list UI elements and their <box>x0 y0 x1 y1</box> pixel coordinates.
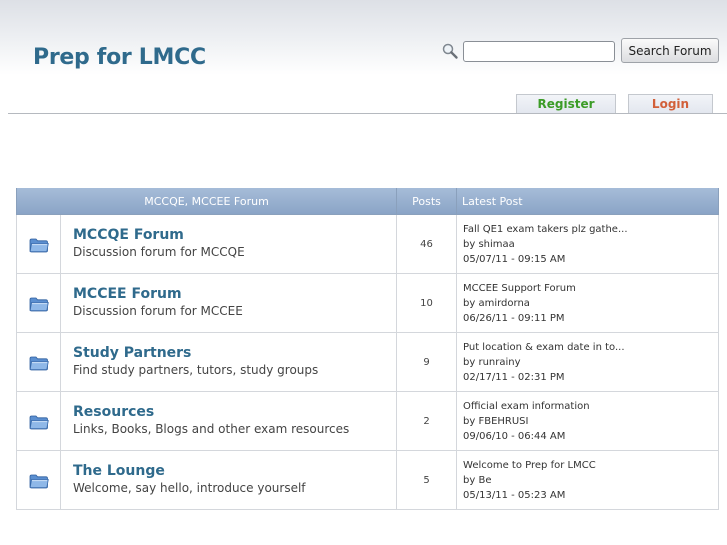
folder-icon <box>29 415 49 430</box>
latest-post-datetime: 06/26/11 - 09:11 PM <box>463 312 565 324</box>
forum-row: The Lounge Welcome, say hello, introduce… <box>16 450 720 510</box>
latest-post-datetime: 05/13/11 - 05:23 AM <box>463 489 566 501</box>
latest-post-author[interactable]: by runrainy <box>463 355 718 370</box>
folder-icon <box>29 356 49 371</box>
forum-title-link[interactable]: MCCQE Forum <box>73 227 396 244</box>
forum-icon-cell <box>16 214 61 274</box>
latest-post-datetime: 09/06/10 - 06:44 AM <box>463 430 566 442</box>
latest-post-cell: Official exam information by FBEHRUSI 09… <box>456 391 720 451</box>
login-tab[interactable]: Login <box>628 94 713 113</box>
latest-post-title[interactable]: Put location & exam date in to... <box>463 340 718 355</box>
forum-description: Find study partners, tutors, study group… <box>73 363 319 377</box>
forum-row: MCCEE Forum Discussion forum for MCCEE 1… <box>16 273 720 333</box>
header-divider <box>8 113 727 114</box>
forum-table: MCCQE, MCCEE Forum Posts Latest Post MCC… <box>15 188 720 510</box>
latest-post-cell: MCCEE Support Forum by amirdorna 06/26/1… <box>456 273 720 333</box>
forum-description: Links, Books, Blogs and other exam resou… <box>73 422 350 436</box>
forum-title-link[interactable]: MCCEE Forum <box>73 286 396 303</box>
folder-icon <box>29 238 49 253</box>
latest-post-author[interactable]: by shimaa <box>463 237 718 252</box>
forum-icon-cell <box>16 273 61 333</box>
post-count: 10 <box>396 273 458 333</box>
folder-icon <box>29 474 49 489</box>
forum-description: Welcome, say hello, introduce yourself <box>73 481 306 495</box>
folder-icon <box>29 297 49 312</box>
forum-info-cell: MCCEE Forum Discussion forum for MCCEE <box>59 273 398 333</box>
post-count: 2 <box>396 391 458 451</box>
post-count: 5 <box>396 450 458 510</box>
forum-description: Discussion forum for MCCEE <box>73 304 243 318</box>
latest-post-author[interactable]: by amirdorna <box>463 296 718 311</box>
forum-info-cell: The Lounge Welcome, say hello, introduce… <box>59 450 398 510</box>
post-count: 46 <box>396 214 458 274</box>
forum-info-cell: Study Partners Find study partners, tuto… <box>59 332 398 392</box>
forum-info-cell: MCCQE Forum Discussion forum for MCCQE <box>59 214 398 274</box>
latest-post-datetime: 02/17/11 - 02:31 PM <box>463 371 565 383</box>
latest-post-title[interactable]: Official exam information <box>463 399 718 414</box>
search-forum-button[interactable]: Search Forum <box>621 38 719 63</box>
latest-post-cell: Fall QE1 exam takers plz gathe... by shi… <box>456 214 720 274</box>
latest-post-title[interactable]: Welcome to Prep for LMCC <box>463 458 718 473</box>
search-icon <box>442 43 458 59</box>
column-header-latest-post: Latest Post <box>456 188 720 215</box>
post-count: 9 <box>396 332 458 392</box>
forum-icon-cell <box>16 332 61 392</box>
register-tab[interactable]: Register <box>516 94 616 113</box>
forum-row: Study Partners Find study partners, tuto… <box>16 332 720 392</box>
latest-post-cell: Welcome to Prep for LMCC by Be 05/13/11 … <box>456 450 720 510</box>
search-input[interactable] <box>463 41 615 62</box>
latest-post-author[interactable]: by Be <box>463 473 718 488</box>
forum-row: Resources Links, Books, Blogs and other … <box>16 391 720 451</box>
latest-post-datetime: 05/07/11 - 09:15 AM <box>463 253 566 265</box>
latest-post-title[interactable]: Fall QE1 exam takers plz gathe... <box>463 222 718 237</box>
forum-icon-cell <box>16 391 61 451</box>
latest-post-title[interactable]: MCCEE Support Forum <box>463 281 718 296</box>
forum-title-link[interactable]: The Lounge <box>73 463 396 480</box>
column-header-forum: MCCQE, MCCEE Forum <box>15 188 398 215</box>
latest-post-author[interactable]: by FBEHRUSI <box>463 414 718 429</box>
forum-icon-cell <box>16 450 61 510</box>
forum-row: MCCQE Forum Discussion forum for MCCQE 4… <box>16 214 720 274</box>
site-title[interactable]: Prep for LMCC <box>33 45 206 70</box>
forum-description: Discussion forum for MCCQE <box>73 245 245 259</box>
forum-title-link[interactable]: Resources <box>73 404 396 421</box>
header-bar <box>0 0 727 88</box>
latest-post-cell: Put location & exam date in to... by run… <box>456 332 720 392</box>
forum-title-link[interactable]: Study Partners <box>73 345 396 362</box>
column-header-posts: Posts <box>396 188 458 215</box>
forum-info-cell: Resources Links, Books, Blogs and other … <box>59 391 398 451</box>
table-header-row: MCCQE, MCCEE Forum Posts Latest Post <box>15 188 720 215</box>
